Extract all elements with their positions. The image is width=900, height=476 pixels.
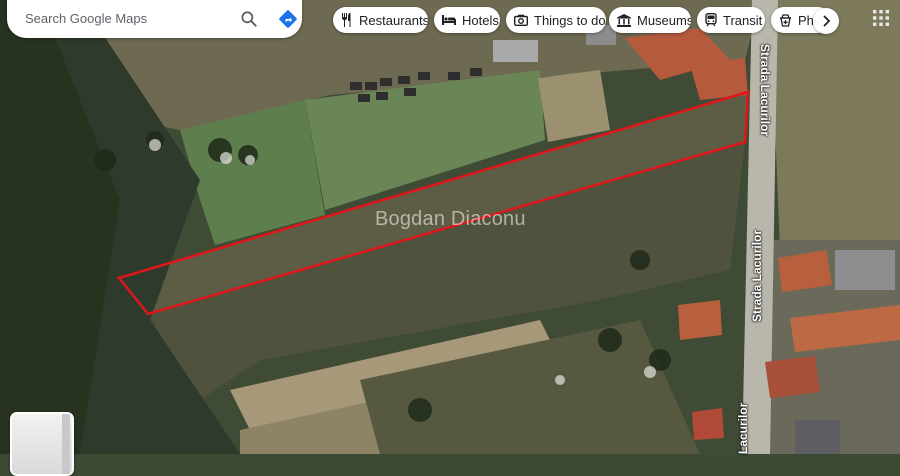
chip-label: Things to do — [534, 12, 606, 28]
street-label-bottom: Lacurilor — [736, 402, 750, 454]
search-box[interactable]: Search Google Maps — [7, 0, 302, 38]
camera-icon — [514, 14, 528, 26]
bed-icon — [442, 15, 456, 25]
chip-museums[interactable]: Museums — [609, 7, 691, 33]
chip-hotels[interactable]: Hotels — [434, 7, 500, 33]
apps-grid-icon[interactable] — [872, 9, 890, 27]
street-label-top: Strada Lacurilor — [758, 44, 772, 137]
chevron-right-icon — [823, 15, 831, 27]
chips-scroll-right-button[interactable] — [813, 8, 839, 34]
street-label-mid: Strada Lacurilor — [750, 229, 764, 322]
chip-transit[interactable]: Transit — [697, 7, 765, 33]
search-input[interactable]: Search Google Maps — [25, 11, 147, 26]
directions-icon[interactable] — [278, 9, 298, 29]
chip-label: Hotels — [462, 12, 499, 28]
chip-things-to-do[interactable]: Things to do — [506, 7, 606, 33]
fork-knife-icon — [342, 13, 351, 27]
layers-toggle-button[interactable] — [10, 412, 74, 476]
train-icon — [705, 13, 717, 27]
chip-label: Museums — [637, 12, 691, 28]
layers-thumbnail-fold — [62, 414, 70, 474]
pharmacy-icon — [780, 13, 791, 27]
search-icon[interactable] — [239, 9, 259, 29]
chip-label: Restaurants — [359, 12, 428, 28]
chip-restaurants[interactable]: Restaurants — [333, 7, 428, 33]
museum-icon — [617, 13, 631, 27]
watermark-text: Bogdan Diaconu — [375, 208, 526, 230]
chip-label: Transit — [723, 12, 763, 28]
